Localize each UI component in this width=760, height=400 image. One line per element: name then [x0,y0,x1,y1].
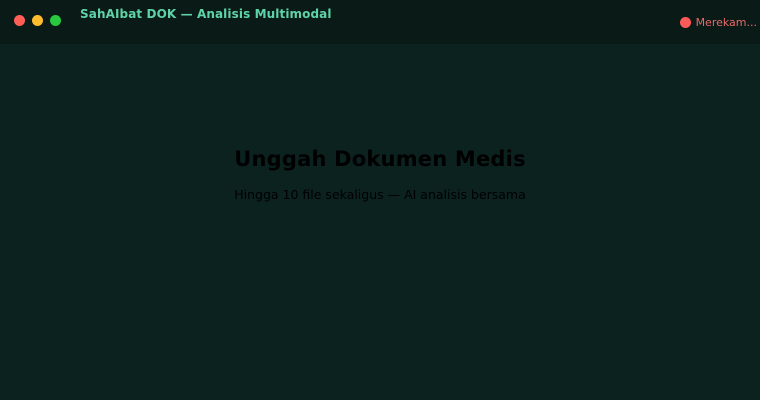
minimize-window-button[interactable] [32,15,43,26]
close-window-button[interactable] [14,15,25,26]
upload-area[interactable]: Unggah Dokumen Medis Hingga 10 file seka… [0,44,760,400]
app-window: SahAIbat DOK — Analisis Multimodal Merek… [0,0,760,400]
title-bar: SahAIbat DOK — Analisis Multimodal Merek… [0,0,760,44]
window-title: SahAIbat DOK — Analisis Multimodal [80,7,332,21]
upload-subtitle: Hingga 10 file sekaligus — AI analisis b… [234,187,526,202]
recording-label: Merekam... [695,16,757,29]
upload-heading: Unggah Dokumen Medis [234,147,526,171]
recording-indicator[interactable]: Merekam... [679,16,757,29]
maximize-window-button[interactable] [50,15,61,26]
recording-dot-icon [679,17,691,28]
